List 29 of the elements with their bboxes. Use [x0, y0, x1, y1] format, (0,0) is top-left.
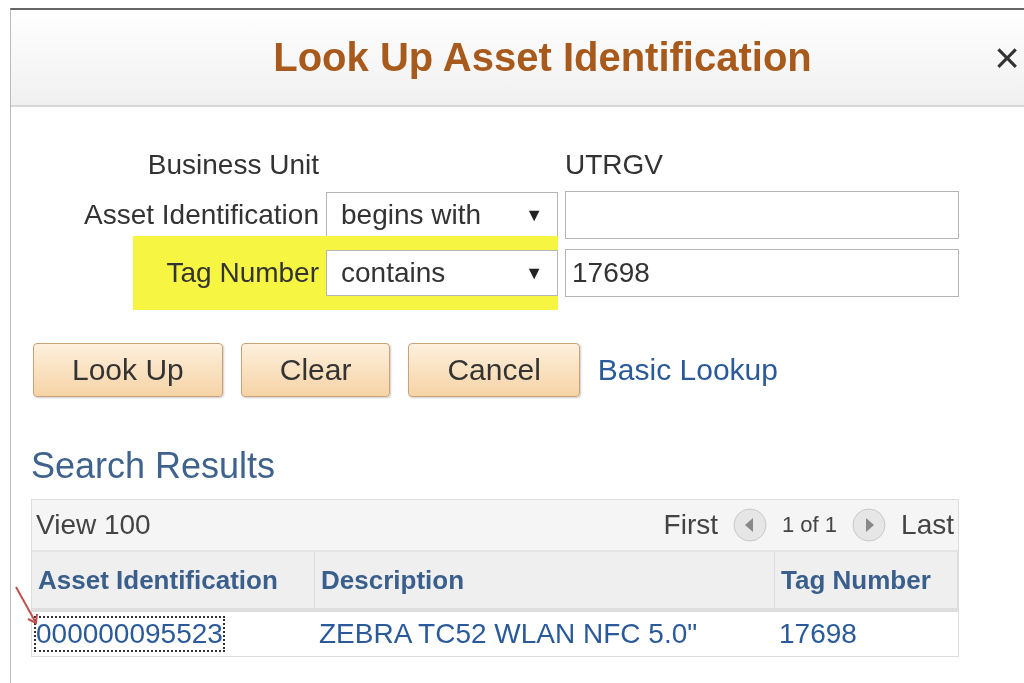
column-header[interactable]: Tag Number	[775, 550, 958, 612]
operator-dropdown[interactable]: begins with ▼	[326, 192, 558, 238]
operator-dropdown[interactable]: contains ▼	[326, 250, 558, 296]
action-button[interactable]: Cancel	[408, 343, 580, 397]
results-title: Search Results	[31, 445, 277, 487]
field-label: Tag Number	[166, 257, 319, 289]
page-count: 1 of 1	[782, 512, 838, 538]
caret-icon: ▼	[525, 262, 543, 284]
close-button[interactable]: ×	[994, 36, 1020, 80]
search-field[interactable]: 17698	[565, 249, 959, 297]
action-button[interactable]: Clear	[240, 343, 391, 397]
result-link[interactable]: 000000095523	[36, 618, 223, 650]
previous-icon[interactable]	[732, 507, 768, 543]
result-link[interactable]: 17698	[779, 618, 857, 650]
first-label: First	[663, 509, 718, 541]
column-header[interactable]: Asset Identification	[32, 550, 315, 612]
result-link[interactable]: ZEBRA TC52 WLAN NFC 5.0"	[319, 618, 698, 650]
last-label: Last	[901, 509, 954, 541]
basic-lookup-link[interactable]: Basic Lookup	[597, 353, 778, 387]
action-button[interactable]: Look Up	[33, 343, 223, 397]
column-header[interactable]: Description	[315, 550, 775, 612]
next-icon[interactable]	[851, 507, 888, 543]
view-link[interactable]: View 100	[36, 509, 151, 541]
field-label: Business Unit	[147, 149, 319, 181]
search-field[interactable]	[565, 191, 959, 239]
dialog-title: Look Up Asset Identification	[273, 35, 812, 80]
field-value: UTRGV	[565, 149, 664, 181]
field-label: Asset Identification	[83, 199, 319, 231]
caret-icon: ▼	[525, 204, 543, 226]
